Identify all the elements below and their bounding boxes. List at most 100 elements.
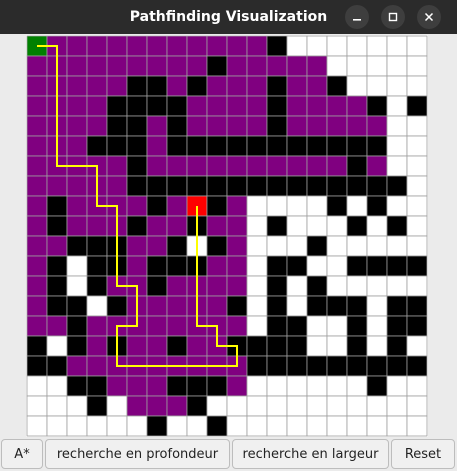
empty-cell[interactable] bbox=[26, 395, 48, 417]
wall-cell[interactable] bbox=[226, 175, 248, 197]
visited-cell[interactable] bbox=[126, 35, 148, 57]
empty-cell[interactable] bbox=[326, 255, 348, 277]
visited-cell[interactable] bbox=[206, 295, 228, 317]
empty-cell[interactable] bbox=[406, 415, 428, 437]
empty-cell[interactable] bbox=[306, 195, 328, 217]
astar-button[interactable]: A* bbox=[1, 439, 43, 469]
visited-cell[interactable] bbox=[166, 55, 188, 77]
empty-cell[interactable] bbox=[246, 415, 268, 437]
wall-cell[interactable] bbox=[186, 135, 208, 157]
empty-cell[interactable] bbox=[246, 375, 268, 397]
empty-cell[interactable] bbox=[326, 275, 348, 297]
empty-cell[interactable] bbox=[326, 35, 348, 57]
wall-cell[interactable] bbox=[66, 295, 88, 317]
wall-cell[interactable] bbox=[186, 75, 208, 97]
empty-cell[interactable] bbox=[166, 415, 188, 437]
empty-cell[interactable] bbox=[406, 155, 428, 177]
empty-cell[interactable] bbox=[386, 75, 408, 97]
visited-cell[interactable] bbox=[206, 215, 228, 237]
visited-cell[interactable] bbox=[146, 115, 168, 137]
visited-cell[interactable] bbox=[26, 135, 48, 157]
wall-cell[interactable] bbox=[286, 175, 308, 197]
visited-cell[interactable] bbox=[186, 55, 208, 77]
empty-cell[interactable] bbox=[386, 135, 408, 157]
wall-cell[interactable] bbox=[366, 355, 388, 377]
visited-cell[interactable] bbox=[146, 395, 168, 417]
empty-cell[interactable] bbox=[346, 375, 368, 397]
wall-cell[interactable] bbox=[206, 175, 228, 197]
wall-cell[interactable] bbox=[406, 255, 428, 277]
wall-cell[interactable] bbox=[386, 355, 408, 377]
visited-cell[interactable] bbox=[26, 175, 48, 197]
wall-cell[interactable] bbox=[86, 135, 108, 157]
visited-cell[interactable] bbox=[206, 155, 228, 177]
visited-cell[interactable] bbox=[26, 55, 48, 77]
wall-cell[interactable] bbox=[206, 55, 228, 77]
wall-cell[interactable] bbox=[306, 235, 328, 257]
wall-cell[interactable] bbox=[366, 195, 388, 217]
visited-cell[interactable] bbox=[46, 315, 68, 337]
visited-cell[interactable] bbox=[226, 255, 248, 277]
wall-cell[interactable] bbox=[366, 95, 388, 117]
visited-cell[interactable] bbox=[166, 295, 188, 317]
wall-cell[interactable] bbox=[186, 175, 208, 197]
visited-cell[interactable] bbox=[146, 335, 168, 357]
visited-cell[interactable] bbox=[66, 55, 88, 77]
visited-cell[interactable] bbox=[126, 255, 148, 277]
wall-cell[interactable] bbox=[146, 195, 168, 217]
empty-cell[interactable] bbox=[26, 415, 48, 437]
empty-cell[interactable] bbox=[346, 415, 368, 437]
wall-cell[interactable] bbox=[186, 395, 208, 417]
empty-cell[interactable] bbox=[386, 235, 408, 257]
visited-cell[interactable] bbox=[226, 275, 248, 297]
empty-cell[interactable] bbox=[306, 255, 328, 277]
visited-cell[interactable] bbox=[326, 155, 348, 177]
wall-cell[interactable] bbox=[386, 315, 408, 337]
visited-cell[interactable] bbox=[346, 95, 368, 117]
empty-cell[interactable] bbox=[286, 395, 308, 417]
empty-cell[interactable] bbox=[346, 75, 368, 97]
wall-cell[interactable] bbox=[166, 335, 188, 357]
wall-cell[interactable] bbox=[86, 395, 108, 417]
empty-cell[interactable] bbox=[266, 415, 288, 437]
empty-cell[interactable] bbox=[66, 255, 88, 277]
visited-cell[interactable] bbox=[226, 315, 248, 337]
visited-cell[interactable] bbox=[66, 175, 88, 197]
empty-cell[interactable] bbox=[386, 375, 408, 397]
visited-cell[interactable] bbox=[106, 375, 128, 397]
empty-cell[interactable] bbox=[386, 55, 408, 77]
wall-cell[interactable] bbox=[106, 115, 128, 137]
empty-cell[interactable] bbox=[386, 275, 408, 297]
wall-cell[interactable] bbox=[266, 275, 288, 297]
wall-cell[interactable] bbox=[266, 255, 288, 277]
wall-cell[interactable] bbox=[326, 175, 348, 197]
visited-cell[interactable] bbox=[66, 135, 88, 157]
wall-cell[interactable] bbox=[346, 135, 368, 157]
visited-cell[interactable] bbox=[26, 115, 48, 137]
empty-cell[interactable] bbox=[406, 115, 428, 137]
visited-cell[interactable] bbox=[346, 115, 368, 137]
wall-cell[interactable] bbox=[126, 115, 148, 137]
empty-cell[interactable] bbox=[346, 395, 368, 417]
wall-cell[interactable] bbox=[126, 135, 148, 157]
wall-cell[interactable] bbox=[326, 355, 348, 377]
visited-cell[interactable] bbox=[206, 275, 228, 297]
wall-cell[interactable] bbox=[306, 295, 328, 317]
wall-cell[interactable] bbox=[106, 135, 128, 157]
visited-cell[interactable] bbox=[286, 55, 308, 77]
wall-cell[interactable] bbox=[266, 35, 288, 57]
empty-cell[interactable] bbox=[366, 295, 388, 317]
visited-cell[interactable] bbox=[26, 315, 48, 337]
visited-cell[interactable] bbox=[146, 215, 168, 237]
wall-cell[interactable] bbox=[126, 175, 148, 197]
wall-cell[interactable] bbox=[346, 155, 368, 177]
wall-cell[interactable] bbox=[66, 235, 88, 257]
wall-cell[interactable] bbox=[206, 135, 228, 157]
visited-cell[interactable] bbox=[306, 55, 328, 77]
visited-cell[interactable] bbox=[66, 75, 88, 97]
empty-cell[interactable] bbox=[66, 275, 88, 297]
wall-cell[interactable] bbox=[86, 275, 108, 297]
wall-cell[interactable] bbox=[206, 235, 228, 257]
wall-cell[interactable] bbox=[306, 175, 328, 197]
empty-cell[interactable] bbox=[86, 415, 108, 437]
